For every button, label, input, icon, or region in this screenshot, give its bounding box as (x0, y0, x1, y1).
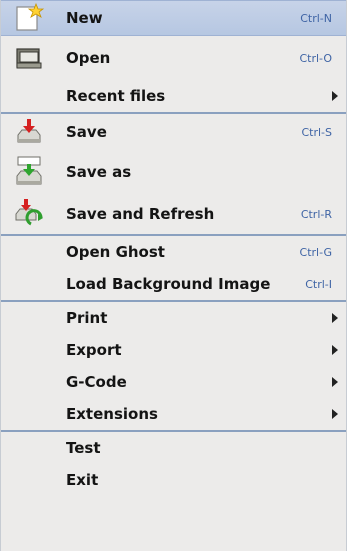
menu-item-label: Open (66, 49, 111, 67)
menu-item-label: G-Code (66, 373, 127, 391)
menu-item-label: Open Ghost (66, 243, 165, 261)
menu-item-load-background-image[interactable]: Load Background Image Ctrl-I (1, 268, 346, 300)
menu-item-shortcut: Ctrl-S (301, 125, 332, 139)
save-as-icon (13, 156, 45, 188)
menu-item-exit[interactable]: Exit (1, 464, 346, 496)
menu-item-label: Test (66, 439, 101, 457)
submenu-arrow-icon (332, 91, 338, 101)
menu-item-label: Export (66, 341, 122, 359)
menu-item-test[interactable]: Test (1, 432, 346, 464)
submenu-arrow-icon (332, 313, 338, 323)
submenu-arrow-icon (332, 409, 338, 419)
menu-item-export[interactable]: Export (1, 334, 346, 366)
menu-item-print[interactable]: Print (1, 302, 346, 334)
menu-item-shortcut: Ctrl-N (300, 11, 332, 25)
menu-item-label: Extensions (66, 405, 158, 423)
submenu-arrow-icon (332, 377, 338, 387)
menu-item-label: Save and Refresh (66, 205, 215, 223)
new-file-icon (13, 2, 45, 34)
menu-item-open[interactable]: Open Ctrl-O (1, 36, 346, 80)
menu-item-shortcut: Ctrl-O (299, 51, 332, 65)
file-menu: New Ctrl-N Open Ctrl-O Recent files Save… (0, 0, 347, 551)
menu-item-recent-files[interactable]: Recent files (1, 80, 346, 112)
menu-item-save[interactable]: Save Ctrl-S (1, 114, 346, 150)
menu-item-label: Load Background Image (66, 275, 271, 293)
menu-item-save-as[interactable]: Save as (1, 150, 346, 194)
menu-item-g-code[interactable]: G-Code (1, 366, 346, 398)
submenu-arrow-icon (332, 345, 338, 355)
menu-item-label: Save as (66, 163, 132, 181)
menu-item-shortcut: Ctrl-R (300, 207, 332, 221)
menu-item-shortcut: Ctrl-G (299, 245, 332, 259)
menu-item-label: Print (66, 309, 108, 327)
menu-item-label: Exit (66, 471, 99, 489)
menu-item-open-ghost[interactable]: Open Ghost Ctrl-G (1, 236, 346, 268)
save-icon (13, 116, 45, 148)
menu-item-label: New (66, 9, 103, 27)
menu-item-label: Save (66, 123, 107, 141)
menu-item-new[interactable]: New Ctrl-N (1, 0, 346, 36)
menu-item-save-and-refresh[interactable]: Save and Refresh Ctrl-R (1, 194, 346, 234)
menu-item-extensions[interactable]: Extensions (1, 398, 346, 430)
menu-item-shortcut: Ctrl-I (305, 277, 332, 291)
save-refresh-icon (13, 198, 45, 230)
menu-item-label: Recent files (66, 87, 166, 105)
folder-open-icon (13, 42, 45, 74)
